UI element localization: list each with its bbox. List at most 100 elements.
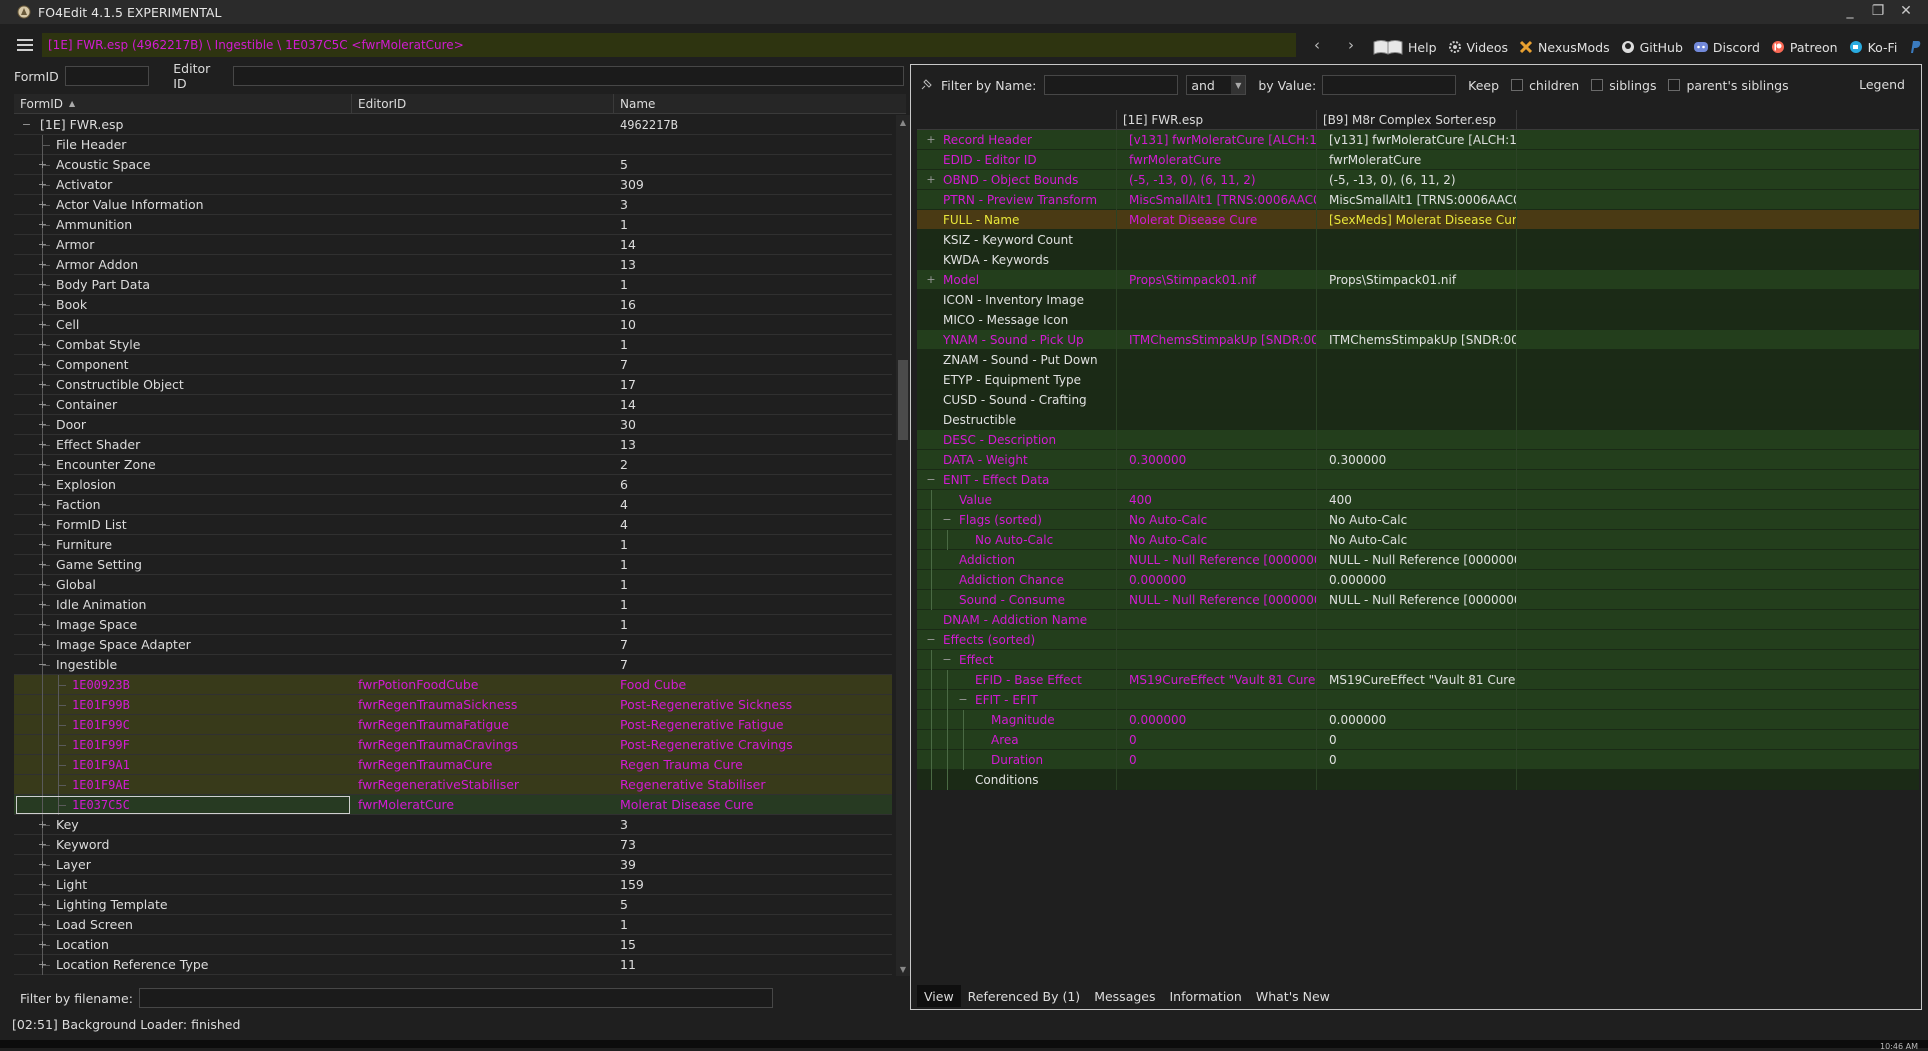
tree-row[interactable]: + Combat Style 1 xyxy=(14,334,892,355)
tree-row[interactable]: + Layer 39 xyxy=(14,854,892,875)
scroll-thumb[interactable] xyxy=(898,360,908,440)
keep-siblings-checkbox[interactable]: siblings xyxy=(1591,78,1656,93)
record-row[interactable]: Sound - Consume NULL - Null Reference [00… xyxy=(917,589,1919,610)
tab-what-s-new[interactable]: What's New xyxy=(1249,985,1337,1007)
tab-messages[interactable]: Messages xyxy=(1087,985,1162,1007)
scroll-down-icon[interactable]: ▼ xyxy=(896,962,910,976)
tree-row[interactable]: 1E037C5C fwrMoleratCure Molerat Disease Cu… xyxy=(14,794,892,815)
tree-row[interactable]: + Encounter Zone 2 xyxy=(14,454,892,475)
forward-arrow-icon[interactable]: › xyxy=(1334,30,1368,60)
tree-row[interactable]: + Activator 309 xyxy=(14,174,892,195)
collapse-icon[interactable]: − xyxy=(925,630,937,650)
record-row[interactable]: FULL - Name Molerat Disease Cure [SexMeds]… xyxy=(917,209,1919,230)
record-row[interactable]: KWDA - Keywords xyxy=(917,249,1919,270)
record-row[interactable]: PTRN - Preview Transform MiscSmallAlt1 [T… xyxy=(917,189,1919,210)
tree-row[interactable]: − Ingestible 7 xyxy=(14,654,892,675)
expand-icon[interactable]: + xyxy=(38,375,47,395)
record-row[interactable]: + OBND - Object Bounds (-5, -13, 0), (6, 1… xyxy=(917,169,1919,190)
tree-row[interactable]: File Header xyxy=(14,134,892,155)
expand-icon[interactable]: + xyxy=(38,835,47,855)
expand-icon[interactable]: + xyxy=(38,555,47,575)
column-fwr-esp[interactable]: [1E] FWR.esp xyxy=(1117,110,1317,130)
column-name[interactable]: Name xyxy=(614,94,906,114)
tree-row[interactable]: 1E00923B fwrPotionFoodCube Food Cube xyxy=(14,674,892,695)
record-row[interactable]: − EFIT - EFIT xyxy=(917,689,1919,710)
column-m8r-sorter[interactable]: [B9] M8r Complex Sorter.esp xyxy=(1317,110,1517,130)
back-arrow-icon[interactable]: ‹ xyxy=(1300,30,1334,60)
tree-row[interactable]: + Explosion 6 xyxy=(14,474,892,495)
checkbox-box[interactable] xyxy=(1511,79,1524,91)
expand-icon[interactable]: + xyxy=(38,595,47,615)
expand-icon[interactable]: + xyxy=(38,355,47,375)
tree-row[interactable]: 1E01F99C fwrRegenTraumaFatigue Post-Regene… xyxy=(14,714,892,735)
expand-icon[interactable]: + xyxy=(38,255,47,275)
tree-row[interactable]: 1E01F9AE fwrRegenerativeStabiliser Regener… xyxy=(14,774,892,795)
expand-icon[interactable]: + xyxy=(38,895,47,915)
tree-row[interactable]: + Acoustic Space 5 xyxy=(14,154,892,175)
formid-input[interactable] xyxy=(64,66,150,86)
link-ko-fi[interactable]: Ko-Fi xyxy=(1848,39,1897,55)
record-row[interactable]: − Flags (sorted) No Auto-Calc No Auto-Calc xyxy=(917,509,1919,530)
record-row[interactable]: DATA - Weight 0.300000 0.300000 xyxy=(917,449,1919,470)
tree-row[interactable]: + Image Space Adapter 7 xyxy=(14,634,892,655)
tree-row[interactable]: + Idle Animation 1 xyxy=(14,594,892,615)
tree-row[interactable]: + Furniture 1 xyxy=(14,534,892,555)
expand-icon[interactable]: + xyxy=(38,415,47,435)
record-row[interactable]: − Effects (sorted) xyxy=(917,629,1919,650)
keep-parents-siblings-checkbox[interactable]: parent's siblings xyxy=(1668,78,1789,93)
expand-icon[interactable]: + xyxy=(38,295,47,315)
collapse-icon[interactable]: − xyxy=(957,690,969,710)
tree-row[interactable]: + Location Reference Type 11 xyxy=(14,954,892,975)
collapse-icon[interactable]: − xyxy=(925,470,937,490)
expand-icon[interactable]: + xyxy=(925,170,937,190)
expand-icon[interactable]: + xyxy=(38,515,47,535)
minimize-button[interactable]: _ xyxy=(1836,0,1864,22)
hamburger-menu-icon[interactable] xyxy=(8,30,42,60)
record-row[interactable]: YNAM - Sound - Pick Up ITMChemsStimpakUp … xyxy=(917,329,1919,350)
expand-icon[interactable]: + xyxy=(38,455,47,475)
tree-row[interactable]: + Image Space 1 xyxy=(14,614,892,635)
column-editorid[interactable]: EditorID xyxy=(352,93,614,114)
expand-icon[interactable]: + xyxy=(38,875,47,895)
link-patreon[interactable]: Patreon xyxy=(1770,39,1838,55)
filename-filter-input[interactable] xyxy=(138,988,773,1008)
expand-icon[interactable]: + xyxy=(38,475,47,495)
collapse-icon[interactable]: − xyxy=(22,115,31,135)
tree-row[interactable]: + Body Part Data 1 xyxy=(14,274,892,295)
expand-icon[interactable]: + xyxy=(38,815,47,835)
expand-icon[interactable]: + xyxy=(38,615,47,635)
record-row[interactable]: + Model Props\Stimpack01.nif Props\Stimpack… xyxy=(917,269,1919,290)
filter-by-value-input[interactable] xyxy=(1322,75,1457,95)
tree-row[interactable]: + Ammunition 1 xyxy=(14,214,892,235)
record-row[interactable]: ZNAM - Sound - Put Down xyxy=(917,349,1919,370)
pin-icon[interactable] xyxy=(911,79,941,91)
expand-icon[interactable]: + xyxy=(38,315,47,335)
tree-row[interactable]: + Effect Shader 13 xyxy=(14,434,892,455)
expand-icon[interactable]: + xyxy=(38,175,47,195)
record-row[interactable]: EDID - Editor ID fwrMoleratCure fwrMolerat… xyxy=(917,149,1919,170)
tree-row[interactable]: + Light 159 xyxy=(14,874,892,895)
expand-icon[interactable]: + xyxy=(925,270,937,290)
record-row[interactable]: No Auto-Calc No Auto-Calc No Auto-Calc xyxy=(917,529,1919,550)
expand-icon[interactable]: + xyxy=(38,915,47,935)
tree-row[interactable]: + Actor Value Information 3 xyxy=(14,194,892,215)
tab-referenced-by-1[interactable]: Referenced By (1) xyxy=(961,985,1088,1007)
tree-row[interactable]: + Container 14 xyxy=(14,394,892,415)
keep-children-checkbox[interactable]: children xyxy=(1511,78,1579,93)
record-row[interactable]: + Record Header [v131] fwrMoleratCure [ALC… xyxy=(917,129,1919,150)
link-nexusmods[interactable]: NexusMods xyxy=(1518,39,1610,55)
record-row[interactable]: − Effect xyxy=(917,649,1919,670)
tree-row[interactable]: + Component 7 xyxy=(14,354,892,375)
link-videos[interactable]: Videos xyxy=(1447,39,1508,55)
expand-icon[interactable]: + xyxy=(38,395,47,415)
tree-row[interactable]: + Load Screen 1 xyxy=(14,914,892,935)
record-row[interactable]: Magnitude 0.000000 0.000000 xyxy=(917,709,1919,730)
expand-icon[interactable]: + xyxy=(38,215,47,235)
scroll-up-icon[interactable]: ▲ xyxy=(896,115,910,129)
record-row[interactable]: Addiction Chance 0.000000 0.000000 xyxy=(917,569,1919,590)
tree-row[interactable]: + Door 30 xyxy=(14,414,892,435)
tree-row[interactable]: + Armor 14 xyxy=(14,234,892,255)
expand-icon[interactable]: + xyxy=(38,335,47,355)
expand-icon[interactable]: + xyxy=(38,635,47,655)
tree-row[interactable]: 1E01F99F fwrRegenTraumaCravings Post-Regen… xyxy=(14,734,892,755)
